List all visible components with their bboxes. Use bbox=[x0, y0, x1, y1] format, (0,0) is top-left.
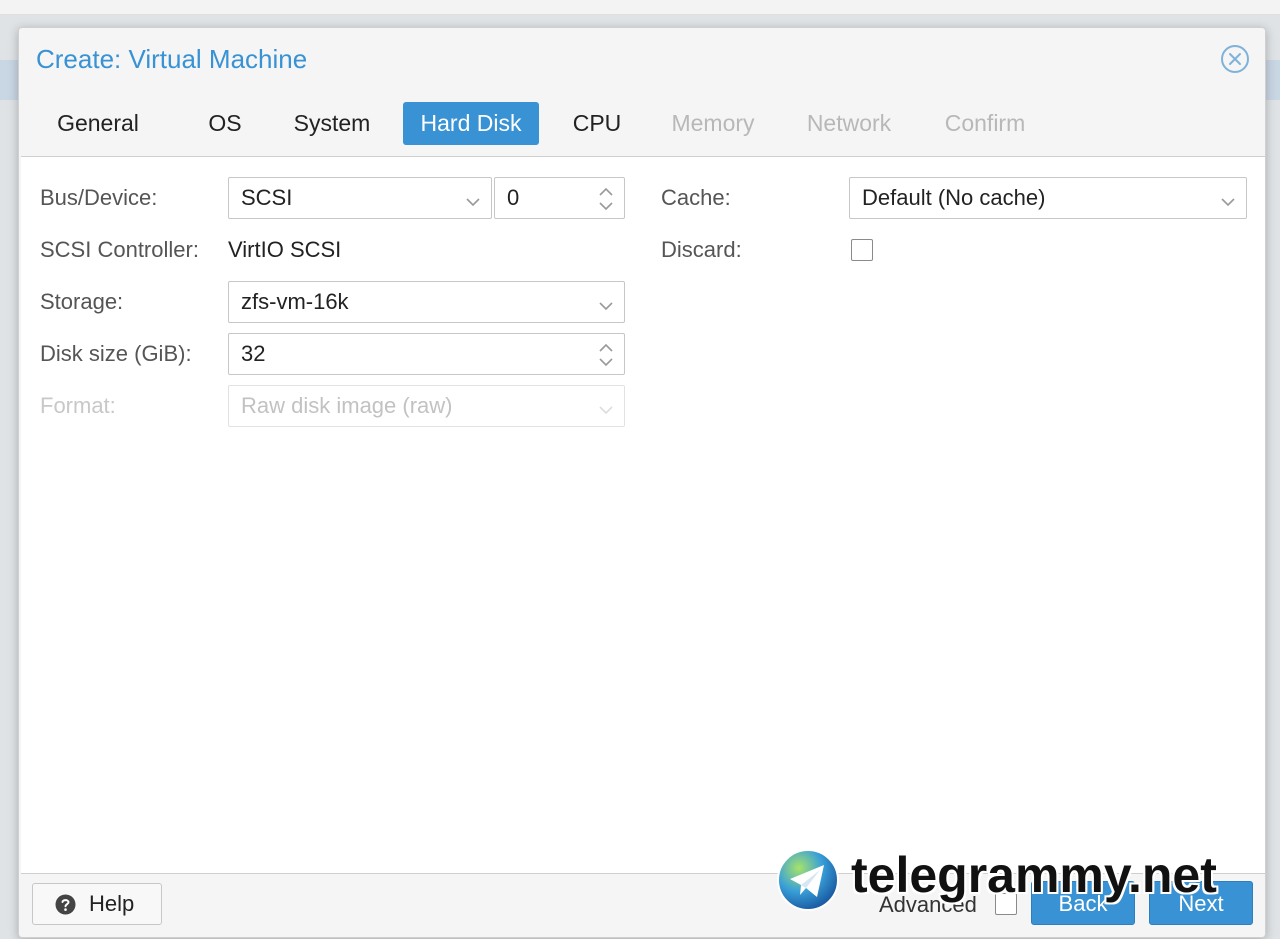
question-circle-icon bbox=[55, 894, 76, 915]
tab-network: Network bbox=[806, 110, 892, 136]
disk-size-value: 32 bbox=[241, 341, 266, 366]
disk-size-label: Disk size (GiB): bbox=[40, 341, 192, 366]
tab-cpu[interactable]: CPU bbox=[561, 102, 633, 145]
telegram-logo-icon bbox=[776, 848, 840, 912]
device-value: 0 bbox=[507, 185, 520, 210]
cache-value: Default (No cache) bbox=[862, 185, 1046, 210]
spinner-arrows-icon[interactable] bbox=[598, 342, 614, 368]
device-number-spinner[interactable]: 0 bbox=[494, 177, 625, 219]
watermark-text: telegrammy.net bbox=[851, 847, 1217, 903]
chevron-down-icon[interactable] bbox=[598, 294, 614, 311]
scsi-controller-label: SCSI Controller: bbox=[40, 237, 199, 262]
tab-hard-disk[interactable]: Hard Disk bbox=[403, 102, 539, 145]
bus-device-label: Bus/Device: bbox=[40, 185, 158, 210]
spinner-arrows-icon[interactable] bbox=[598, 186, 614, 212]
help-button[interactable]: Help bbox=[32, 883, 162, 925]
close-icon[interactable] bbox=[1220, 44, 1250, 74]
chevron-down-icon bbox=[598, 398, 614, 415]
tab-general[interactable]: General bbox=[39, 102, 157, 145]
tab-system[interactable]: System bbox=[279, 102, 385, 145]
discard-checkbox[interactable] bbox=[851, 239, 873, 261]
dialog-title: Create: Virtual Machine bbox=[36, 44, 308, 74]
create-vm-dialog: Create: Virtual Machine General OS Syste… bbox=[18, 27, 1266, 938]
chevron-down-icon[interactable] bbox=[465, 190, 481, 207]
format-value: Raw disk image (raw) bbox=[241, 393, 453, 418]
storage-value: zfs-vm-16k bbox=[241, 289, 349, 314]
cache-label: Cache: bbox=[661, 185, 731, 210]
background-toolbar bbox=[0, 0, 1280, 15]
bus-value: SCSI bbox=[241, 185, 293, 210]
storage-label: Storage: bbox=[40, 289, 124, 314]
background-panel-right bbox=[1266, 60, 1280, 100]
scsi-controller-value: VirtIO SCSI bbox=[228, 237, 342, 262]
format-label: Format: bbox=[40, 393, 116, 418]
watermark: telegrammy.net bbox=[776, 846, 1266, 912]
tab-memory: Memory bbox=[671, 110, 755, 136]
tab-confirm: Confirm bbox=[944, 110, 1026, 136]
tab-os[interactable]: OS bbox=[195, 102, 255, 145]
hard-disk-panel: Bus/Device: SCSI 0 Cache: Default (No ca… bbox=[21, 156, 1265, 874]
cache-select[interactable]: Default (No cache) bbox=[849, 177, 1247, 219]
bus-select[interactable]: SCSI bbox=[228, 177, 492, 219]
help-label: Help bbox=[89, 891, 135, 916]
format-select: Raw disk image (raw) bbox=[228, 385, 625, 427]
disk-size-spinner[interactable]: 32 bbox=[228, 333, 625, 375]
discard-label: Discard: bbox=[661, 237, 742, 262]
storage-select[interactable]: zfs-vm-16k bbox=[228, 281, 625, 323]
background-panel-left bbox=[0, 60, 20, 100]
chevron-down-icon[interactable] bbox=[1220, 190, 1236, 207]
